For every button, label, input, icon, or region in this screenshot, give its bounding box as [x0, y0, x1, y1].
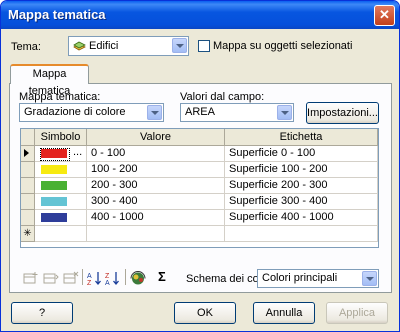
symbol-cell[interactable] [35, 178, 87, 194]
etichetta-cell[interactable]: Superficie 300 - 400 [225, 194, 378, 210]
campo-label: Valori dal campo: [180, 91, 265, 103]
chevron-down-icon[interactable] [277, 105, 292, 120]
chevron-down-icon[interactable] [147, 105, 162, 120]
current-row-arrow-icon [24, 149, 29, 157]
selected-only-label: Mappa su oggetti selezionati [213, 40, 353, 52]
symbol-cell[interactable] [35, 194, 87, 210]
new-row-marker[interactable]: ✳ [21, 226, 35, 242]
window-title: Mappa tematica [8, 7, 106, 22]
color-swatch[interactable] [41, 181, 67, 190]
column-header-etichetta[interactable]: Etichetta [225, 129, 378, 146]
close-button[interactable]: ✕ [374, 5, 395, 26]
chevron-down-icon[interactable] [172, 38, 187, 53]
color-ramp-icon[interactable] [130, 271, 147, 289]
help-button[interactable]: ? [11, 302, 73, 324]
svg-text:A: A [87, 273, 92, 280]
row-header[interactable] [21, 162, 35, 178]
sort-ascending-icon[interactable]: AZ [87, 271, 103, 289]
mappa-tematica-value: Gradazione di colore [24, 106, 126, 118]
sort-descending-icon[interactable]: ZA [105, 271, 121, 289]
row-header[interactable] [21, 194, 35, 210]
valore-cell[interactable]: 0 - 100 [87, 146, 225, 162]
symbol-cell[interactable] [35, 210, 87, 226]
mappa-tematica-combo[interactable]: Gradazione di colore [19, 103, 164, 122]
svg-text:A: A [105, 280, 110, 286]
svg-text:Z: Z [87, 280, 92, 286]
classes-grid: Simbolo Valore Etichetta ... 0 - 100 Sup… [20, 128, 379, 248]
tema-value: Edifici [89, 40, 119, 52]
tab-mappa-tematica[interactable]: Mappa tematica [10, 64, 89, 97]
symbol-picker-ellipsis[interactable]: ... [73, 145, 82, 160]
color-swatch[interactable] [41, 149, 67, 158]
row-header[interactable] [21, 178, 35, 194]
scheme-combo[interactable]: Colori principali [257, 269, 379, 288]
valore-cell[interactable]: 400 - 1000 [87, 210, 225, 226]
symbol-cell[interactable]: ... [35, 146, 87, 162]
valore-cell[interactable]: 300 - 400 [87, 194, 225, 210]
etichetta-cell[interactable]: Superficie 400 - 1000 [225, 210, 378, 226]
color-swatch[interactable] [41, 197, 67, 206]
settings-button[interactable]: Impostazioni... [306, 102, 379, 124]
dialog-window: Mappa tematica ✕ Tema: Edifici Mappa su … [0, 0, 400, 332]
sigma-statistics-icon[interactable]: Σ [158, 269, 166, 284]
tema-label: Tema: [11, 41, 41, 53]
apply-button[interactable]: Applica [326, 302, 388, 324]
layer-icon [73, 40, 86, 51]
delete-row-icon[interactable] [63, 271, 79, 288]
etichetta-cell[interactable]: Superficie 100 - 200 [225, 162, 378, 178]
title-bar[interactable]: Mappa tematica ✕ [1, 1, 399, 29]
symbol-cell[interactable] [35, 162, 87, 178]
scheme-value: Colori principali [262, 272, 338, 284]
campo-value: AREA [185, 106, 215, 118]
tema-combo[interactable]: Edifici [68, 36, 189, 56]
svg-text:Z: Z [105, 273, 110, 280]
valore-cell[interactable]: 100 - 200 [87, 162, 225, 178]
grid-corner [21, 129, 35, 146]
ok-button[interactable]: OK [174, 302, 236, 324]
color-swatch[interactable] [41, 165, 67, 174]
toolbar-separator [82, 269, 83, 285]
row-header[interactable] [21, 146, 35, 162]
column-header-valore[interactable]: Valore [87, 129, 225, 146]
selected-only-checkbox[interactable] [198, 40, 210, 52]
toolbar-separator [125, 269, 126, 285]
color-swatch[interactable] [41, 213, 67, 222]
chevron-down-icon[interactable] [362, 271, 377, 286]
campo-combo[interactable]: AREA [180, 103, 294, 122]
insert-row-icon[interactable] [43, 271, 59, 288]
column-header-simbolo[interactable]: Simbolo [35, 129, 87, 146]
row-header[interactable] [21, 210, 35, 226]
etichetta-cell[interactable]: Superficie 0 - 100 [225, 146, 378, 162]
new-row-cell[interactable] [87, 226, 225, 242]
valore-cell[interactable]: 200 - 300 [87, 178, 225, 194]
etichetta-cell[interactable]: Superficie 200 - 300 [225, 178, 378, 194]
new-row-cell[interactable] [225, 226, 378, 242]
mappa-tematica-label: Mappa tematica: [19, 91, 101, 103]
cancel-button[interactable]: Annulla [253, 302, 315, 324]
new-row-cell[interactable] [35, 226, 87, 242]
add-row-icon[interactable] [23, 271, 39, 288]
